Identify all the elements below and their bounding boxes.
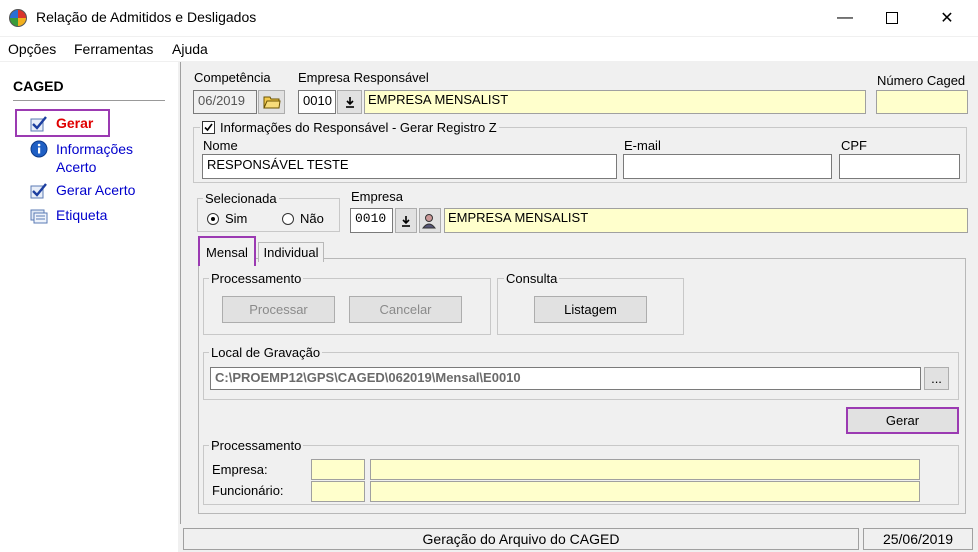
checkbox[interactable]	[202, 121, 215, 134]
responsavel-checkbox-label: Informações do Responsável - Gerar Regis…	[220, 120, 497, 135]
checkmark-icon	[204, 123, 213, 132]
label-icon	[30, 209, 48, 224]
numero-caged-label: Número Caged	[877, 73, 966, 88]
status-message: Geração do Arquivo do CAGED	[183, 528, 859, 550]
processamento-status-label: Processamento	[209, 438, 304, 453]
nome-field[interactable]: RESPONSÁVEL TESTE	[202, 154, 617, 179]
tab-mensal[interactable]: Mensal	[198, 236, 256, 266]
download-arrow-icon	[345, 97, 354, 108]
menu-opcoes[interactable]: Opções	[8, 41, 56, 57]
competencia-field[interactable]: 06/2019	[193, 90, 257, 114]
sidebar-item-informacoes-acerto[interactable]: Informações Acerto	[30, 140, 156, 176]
local-gravacao-path[interactable]: C:\PROEMP12\GPS\CAGED\062019\Mensal\E001…	[210, 367, 921, 390]
maximize-button[interactable]	[869, 0, 915, 36]
funcionario-status-name	[370, 481, 920, 502]
processar-button[interactable]: Processar	[222, 296, 335, 323]
title-bar: Relação de Admitidos e Desligados — ✕	[0, 0, 978, 36]
selecionada-label: Selecionada	[203, 191, 279, 206]
info-icon	[30, 140, 48, 158]
cpf-label: CPF	[841, 138, 867, 153]
nome-label: Nome	[203, 138, 238, 153]
empresa-responsavel-lookup-button[interactable]	[337, 90, 362, 114]
funcionario-status-code	[311, 481, 365, 502]
empresa-status-label: Empresa:	[212, 462, 268, 477]
app-icon	[9, 9, 27, 27]
tab-label: Individual	[263, 245, 319, 260]
radio-sim[interactable]: Sim	[207, 211, 247, 226]
empresa-status-name	[370, 459, 920, 480]
sidebar-item-gerar-acerto[interactable]: Gerar Acerto	[30, 182, 135, 200]
radio-nao-label: Não	[300, 211, 324, 226]
gerar-button[interactable]: Gerar	[846, 407, 959, 434]
empresa-responsavel-code[interactable]: 0010	[298, 90, 336, 114]
maximize-icon	[886, 12, 898, 24]
folder-button[interactable]	[258, 90, 285, 114]
sidebar-item-gerar[interactable]: Gerar	[30, 115, 93, 133]
browse-button[interactable]: ...	[924, 367, 949, 390]
cpf-field[interactable]	[839, 154, 960, 179]
consulta-label: Consulta	[504, 271, 560, 286]
processamento-label: Processamento	[209, 271, 304, 286]
funcionario-status-label: Funcionário:	[212, 483, 284, 498]
sidebar-item-label: Gerar Acerto	[56, 182, 136, 198]
radio-sim-label: Sim	[225, 211, 248, 226]
competencia-label: Competência	[194, 70, 271, 85]
tab-label: Mensal	[206, 244, 248, 260]
sidebar-item-label: Etiqueta	[56, 207, 108, 223]
sidebar-item-label: Informações Acerto	[56, 141, 134, 175]
listagem-button[interactable]: Listagem	[534, 296, 647, 323]
sidebar-title: CAGED	[13, 78, 64, 94]
menu-ajuda[interactable]: Ajuda	[172, 41, 208, 57]
menu-bar: Opções Ferramentas Ajuda	[0, 37, 978, 61]
check-icon	[30, 183, 47, 199]
tab-individual[interactable]: Individual	[258, 242, 324, 262]
empresa-label: Empresa	[351, 189, 404, 204]
status-date: 25/06/2019	[863, 528, 973, 550]
radio-nao[interactable]: Não	[282, 211, 324, 226]
empresa-status-code	[311, 459, 365, 480]
empresa-lookup-button[interactable]	[395, 208, 417, 233]
local-gravacao-label: Local de Gravação	[209, 345, 323, 360]
window-title: Relação de Admitidos e Desligados	[36, 9, 257, 25]
empresa-name-field: EMPRESA MENSALIST	[444, 208, 968, 233]
email-label: E-mail	[624, 138, 661, 153]
sidebar-divider	[13, 100, 165, 101]
check-icon	[30, 116, 47, 132]
close-button[interactable]: ✕	[924, 0, 970, 36]
empresa-code-field[interactable]: 0010	[350, 208, 393, 233]
radio-nao-indicator[interactable]	[282, 212, 294, 225]
empresa-responsavel-name: EMPRESA MENSALIST	[364, 90, 866, 114]
folder-icon	[262, 96, 281, 109]
responsavel-checkbox[interactable]: Informações do Responsável - Gerar Regis…	[200, 120, 499, 135]
sidebar-item-label: Gerar	[56, 115, 94, 131]
numero-caged-field[interactable]	[876, 90, 968, 114]
sidebar: CAGED Gerar Informações Acerto Gerar Ace…	[0, 62, 178, 552]
cancelar-button[interactable]: Cancelar	[349, 296, 462, 323]
status-bar: Geração do Arquivo do CAGED 25/06/2019	[180, 526, 978, 552]
person-search-icon	[422, 213, 437, 228]
menu-ferramentas[interactable]: Ferramentas	[74, 41, 153, 57]
download-arrow-icon	[402, 215, 410, 227]
main-panel: Competência 06/2019 Empresa Responsável …	[180, 62, 978, 524]
minimize-button[interactable]: —	[822, 0, 868, 36]
empresa-responsavel-label: Empresa Responsável	[298, 70, 429, 85]
empresa-search-button[interactable]	[419, 208, 441, 233]
sidebar-item-etiqueta[interactable]: Etiqueta	[30, 207, 107, 225]
email-field[interactable]	[623, 154, 832, 179]
radio-sim-indicator[interactable]	[207, 212, 219, 225]
